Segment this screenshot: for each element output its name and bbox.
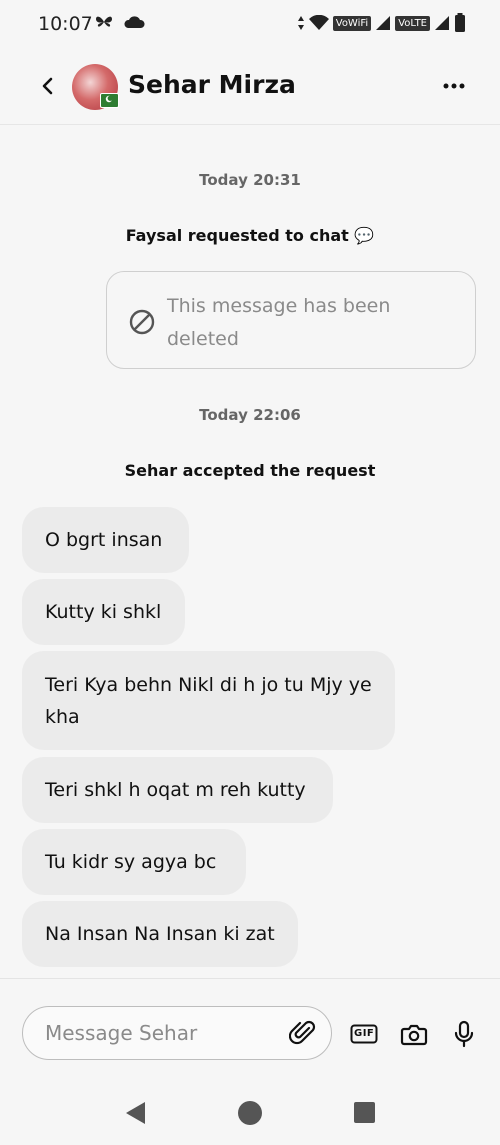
timestamp: Today 20:31 xyxy=(199,171,301,189)
prohibited-icon xyxy=(129,309,155,335)
message-bubble[interactable]: Kutty ki shkl xyxy=(22,579,185,645)
nav-back-icon xyxy=(126,1102,145,1124)
message-bubble[interactable]: Na Insan Na Insan ki zat xyxy=(22,901,298,967)
microphone-icon xyxy=(454,1020,474,1048)
camera-button[interactable] xyxy=(400,1020,428,1048)
message-bubble[interactable]: Teri shkl h oqat m reh kutty xyxy=(22,757,333,823)
contact-name[interactable]: Sehar Mirza xyxy=(128,70,296,99)
back-button[interactable] xyxy=(36,72,60,100)
wifi-icon xyxy=(308,15,329,30)
message-composer[interactable] xyxy=(22,1006,332,1060)
nav-recents-button[interactable] xyxy=(352,1100,378,1126)
nav-recents-icon xyxy=(354,1102,375,1123)
cloud-icon xyxy=(124,16,145,28)
deleted-message-text: This message has been deleted xyxy=(167,295,391,350)
more-options-button[interactable] xyxy=(442,74,466,98)
crescent-icon xyxy=(105,95,113,103)
battery-icon xyxy=(455,13,465,32)
status-time: 10:07 xyxy=(38,13,93,35)
message-bubble[interactable]: O bgrt insan xyxy=(22,507,189,573)
nav-home-button[interactable] xyxy=(237,1100,263,1126)
gif-button[interactable]: GIF xyxy=(350,1020,378,1048)
system-message: Faysal requested to chat 💬 xyxy=(125,226,375,245)
signal-icon-2 xyxy=(435,16,449,30)
message-text: Teri shkl h oqat m reh kutty xyxy=(45,779,306,801)
system-nav-bar xyxy=(0,1085,500,1145)
timestamp: Today 22:06 xyxy=(199,406,301,424)
message-text: Teri Kya behn Nikl di h jo tu Mjy ye kha xyxy=(45,673,372,728)
message-text: O bgrt insan xyxy=(45,529,163,551)
chat-header: Sehar Mirza xyxy=(0,50,500,125)
paperclip-icon xyxy=(288,1020,316,1045)
vowifi-badge: VoWiFi xyxy=(332,15,372,31)
status-left-icons xyxy=(95,14,145,30)
message-bubble[interactable]: Tu kidr sy agya bc xyxy=(22,829,246,895)
message-bubble[interactable]: Teri Kya behn Nikl di h jo tu Mjy ye kha xyxy=(22,651,395,750)
flag-badge xyxy=(100,93,119,108)
gif-label: GIF xyxy=(354,1028,375,1039)
camera-icon xyxy=(400,1024,428,1046)
system-message: Sehar accepted the request xyxy=(124,461,376,480)
message-input[interactable] xyxy=(45,1021,275,1045)
attach-button[interactable] xyxy=(288,1019,317,1047)
more-options-icon xyxy=(443,83,465,89)
message-text: Na Insan Na Insan ki zat xyxy=(45,923,275,945)
message-text: Kutty ki shkl xyxy=(45,601,162,623)
data-arrows-icon xyxy=(297,16,304,30)
microphone-button[interactable] xyxy=(450,1020,478,1048)
nav-back-button[interactable] xyxy=(123,1100,149,1126)
status-right-icons: VoWiFi VoLTE xyxy=(297,13,466,33)
signal-icon xyxy=(376,16,391,30)
butterfly-icon xyxy=(96,16,112,27)
volte-badge: VoLTE xyxy=(395,15,430,31)
deleted-message-bubble[interactable]: This message has been deleted xyxy=(106,271,476,369)
status-bar: 10:07 VoWiFi VoLTE xyxy=(0,0,500,50)
nav-home-icon xyxy=(238,1101,262,1125)
composer-divider xyxy=(0,978,500,979)
message-text: Tu kidr sy agya bc xyxy=(45,851,217,873)
back-arrow-icon xyxy=(42,77,53,95)
